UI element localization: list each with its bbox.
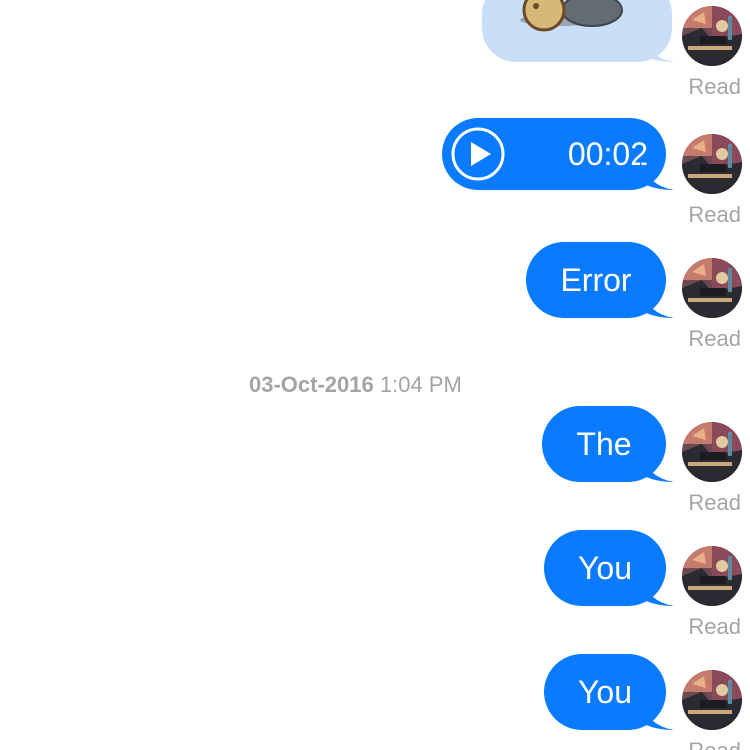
- play-circle-icon[interactable]: [450, 126, 506, 182]
- message-text: You: [578, 550, 632, 586]
- avatar[interactable]: [682, 6, 742, 66]
- read-receipt: Read: [688, 490, 741, 515]
- bubble-tail: [640, 452, 674, 482]
- avatar[interactable]: [682, 546, 742, 606]
- read-receipt: Read: [688, 614, 741, 639]
- message-text: Error: [560, 262, 632, 298]
- timestamp-time: 1:04 PM: [379, 372, 462, 397]
- chat-thread: Read 00:02 Read Error Read 03-Oct-2016 1…: [0, 0, 750, 750]
- bubble-tail: [640, 288, 674, 318]
- avatar[interactable]: [682, 134, 742, 194]
- read-receipt: Read: [688, 738, 741, 750]
- audio-duration: 00:02: [567, 136, 648, 172]
- read-receipt: Read: [688, 326, 741, 351]
- avatar[interactable]: [682, 670, 742, 730]
- audio-message[interactable]: 00:02: [442, 118, 666, 190]
- bubble-tail: [640, 700, 674, 730]
- read-receipt: Read: [688, 202, 741, 227]
- bubble-tail: [640, 32, 674, 62]
- bubble-tail: [640, 160, 674, 190]
- read-receipt: Read: [688, 74, 741, 99]
- bubble-tail: [640, 576, 674, 606]
- message-text: The: [576, 426, 632, 462]
- timestamp-date: 03-Oct-2016: [249, 372, 374, 397]
- message-text: You: [578, 674, 632, 710]
- avatar[interactable]: [682, 422, 742, 482]
- avatar[interactable]: [682, 258, 742, 318]
